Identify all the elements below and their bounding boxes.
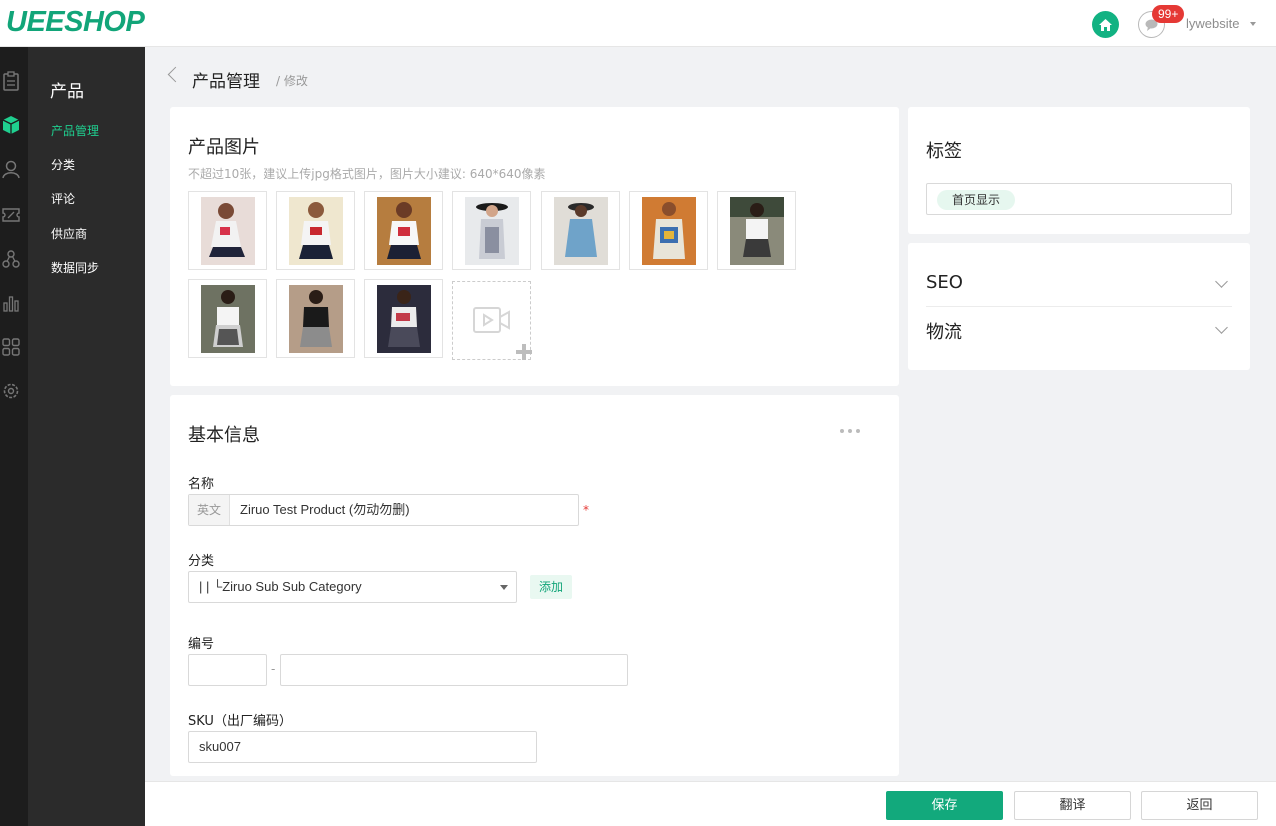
product-thumbnail[interactable] <box>364 279 443 358</box>
back-arrow-icon[interactable] <box>167 66 184 83</box>
notification-badge: 99+ <box>1152 5 1185 23</box>
number-separator: - <box>271 662 276 676</box>
sku-value: sku007 <box>199 739 241 754</box>
category-value: | | └Ziruo Sub Sub Category <box>199 579 362 594</box>
product-thumbnail[interactable] <box>276 191 355 270</box>
sku-label: SKU（出厂编码） <box>188 714 292 729</box>
chevron-down-icon[interactable] <box>1215 275 1228 288</box>
product-thumbnail[interactable] <box>452 191 531 270</box>
stats-icon[interactable] <box>1 293 21 313</box>
home-icon <box>1099 18 1112 31</box>
product-thumbnail[interactable] <box>276 279 355 358</box>
coupon-icon[interactable] <box>1 205 21 225</box>
number-input[interactable] <box>280 654 628 686</box>
name-field[interactable]: 英文 Ziruo Test Product (勿动勿删) <box>188 494 579 526</box>
product-images-card: 产品图片 不超过10张，建议上传jpg格式图片，图片大小建议: 640*640像… <box>170 107 899 386</box>
bottom-action-bar: 保存 翻译 返回 <box>145 781 1276 826</box>
icon-rail <box>0 47 28 826</box>
add-category-button[interactable]: 添加 <box>530 575 573 599</box>
product-icon[interactable] <box>1 115 21 135</box>
tag-chip[interactable]: 首页显示 <box>937 190 1016 210</box>
settings-icon[interactable] <box>1 381 21 401</box>
name-label: 名称 <box>188 477 215 492</box>
chevron-down-icon[interactable] <box>1215 321 1228 334</box>
logistics-title[interactable]: 物流 <box>926 318 962 344</box>
chevron-down-icon[interactable] <box>1250 22 1256 26</box>
translate-button[interactable]: 翻译 <box>1014 791 1131 820</box>
product-thumbnail[interactable] <box>188 279 267 358</box>
page-title: 产品管理 <box>192 72 260 92</box>
user-menu[interactable]: lywebsite <box>1186 16 1239 31</box>
top-header: UEESHOP 99+ lywebsite <box>0 0 1276 47</box>
number-label: 编号 <box>188 637 215 652</box>
ueeshop-logo[interactable]: UEESHOP <box>6 6 145 39</box>
basic-info-title: 基本信息 <box>188 425 260 446</box>
sku-input[interactable]: sku007 <box>188 731 537 763</box>
product-thumbnail[interactable] <box>364 191 443 270</box>
language-tag: 英文 <box>189 495 230 525</box>
category-label: 分类 <box>188 554 215 569</box>
category-select[interactable]: | | └Ziruo Sub Sub Category <box>188 571 517 603</box>
tags-input[interactable]: 首页显示 <box>926 183 1232 215</box>
product-thumbnail[interactable] <box>629 191 708 270</box>
apps-icon[interactable] <box>1 337 21 357</box>
chevron-down-icon <box>500 585 508 590</box>
name-value: Ziruo Test Product (勿动勿删) <box>240 502 410 517</box>
back-button[interactable]: 返回 <box>1141 791 1258 820</box>
sidebar-item-product-management[interactable]: 产品管理 <box>51 122 99 139</box>
sidebar-item-data-sync[interactable]: 数据同步 <box>51 259 99 276</box>
basic-info-card: 基本信息 名称 英文 Ziruo Test Product (勿动勿删) * 分… <box>170 395 899 776</box>
sidebar-item-suppliers[interactable]: 供应商 <box>51 225 87 242</box>
product-sidebar: 产品 产品管理 分类 评论 供应商 数据同步 <box>28 47 145 826</box>
seo-logistics-card: SEO 物流 <box>908 243 1250 370</box>
images-title: 产品图片 <box>188 137 260 158</box>
plus-icon <box>516 344 532 360</box>
sidebar-item-reviews[interactable]: 评论 <box>51 190 75 207</box>
save-button[interactable]: 保存 <box>886 791 1003 820</box>
images-hint: 不超过10张，建议上传jpg格式图片，图片大小建议: 640*640像素 <box>188 167 546 181</box>
seo-title[interactable]: SEO <box>926 272 963 293</box>
divider <box>926 306 1232 307</box>
number-prefix-input[interactable] <box>188 654 267 686</box>
more-options-icon[interactable] <box>840 429 860 433</box>
product-thumbnail[interactable] <box>541 191 620 270</box>
home-button[interactable] <box>1092 11 1119 38</box>
users-icon[interactable] <box>1 159 21 179</box>
tags-title: 标签 <box>926 141 962 162</box>
orders-icon[interactable] <box>1 71 21 91</box>
sidebar-title: 产品 <box>50 82 84 102</box>
share-icon[interactable] <box>1 249 21 269</box>
product-thumbnail[interactable] <box>717 191 796 270</box>
add-video-slot[interactable] <box>452 281 532 360</box>
breadcrumb-sub: / 修改 <box>276 74 308 88</box>
video-icon <box>473 307 510 333</box>
required-mark: * <box>583 503 589 517</box>
sidebar-item-category[interactable]: 分类 <box>51 156 75 173</box>
tags-card: 标签 首页显示 <box>908 107 1250 234</box>
product-thumbnail[interactable] <box>188 191 267 270</box>
